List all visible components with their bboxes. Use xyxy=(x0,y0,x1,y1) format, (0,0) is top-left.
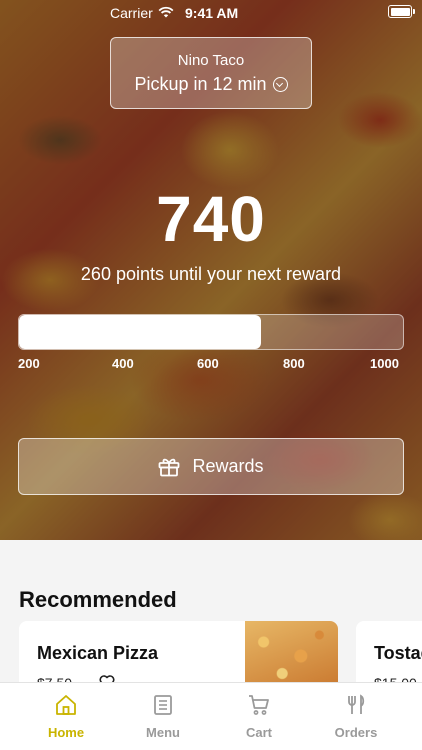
location-selector[interactable]: Nino Taco Pickup in 12 min xyxy=(110,37,312,109)
tab-home[interactable]: Home xyxy=(16,683,116,750)
points-progress-fill xyxy=(19,315,261,349)
tick-label: 800 xyxy=(283,356,305,371)
tick-label: 600 xyxy=(197,356,219,371)
rewards-button-label: Rewards xyxy=(192,456,264,476)
status-bar: Carrier 9:41 AM xyxy=(0,0,422,26)
menu-icon xyxy=(154,695,172,715)
item-image xyxy=(245,621,338,691)
chevron-down-icon xyxy=(272,77,288,92)
recommended-title: Recommended xyxy=(19,587,177,612)
wifi-icon xyxy=(158,6,174,18)
tab-cart[interactable]: Cart xyxy=(209,683,309,750)
tab-orders[interactable]: Orders xyxy=(306,683,406,750)
points-value: 740 xyxy=(156,183,266,255)
progress-ticks: 200 400 600 800 1000 xyxy=(0,356,422,374)
clock-label: 9:41 AM xyxy=(185,5,239,21)
tick-label: 1000 xyxy=(370,356,399,371)
pickup-time-row: Pickup in 12 min xyxy=(111,74,311,95)
rewards-button[interactable]: Rewards xyxy=(18,438,404,495)
tab-menu[interactable]: Menu xyxy=(113,683,213,750)
points-caption: 260 points until your next reward xyxy=(80,264,342,284)
tab-label: Home xyxy=(47,725,85,740)
recommended-item-card[interactable]: Mexican Pizza $7.50 xyxy=(19,621,338,691)
recommended-item-card[interactable]: Tostada $15.00 xyxy=(356,621,422,691)
fork-knife-icon xyxy=(348,694,365,714)
gift-icon xyxy=(159,458,180,476)
cart-icon xyxy=(249,695,269,715)
home-icon xyxy=(56,695,76,715)
item-name: Tostada xyxy=(374,643,422,663)
item-name: Mexican Pizza xyxy=(37,643,159,663)
tick-label: 400 xyxy=(112,356,134,371)
tab-label: Menu xyxy=(146,725,180,740)
tab-label: Cart xyxy=(245,725,272,740)
carrier-label: Carrier xyxy=(110,5,153,21)
points-progress-bar xyxy=(18,314,404,350)
tick-label: 200 xyxy=(18,356,40,371)
tab-label: Orders xyxy=(334,725,378,740)
hero-background: Carrier 9:41 AM Nino Taco Pickup in 12 m… xyxy=(0,0,422,540)
location-name: Nino Taco xyxy=(177,52,245,69)
tab-bar: Home Menu Cart Orders xyxy=(0,682,422,750)
pickup-time-label: Pickup in 12 min xyxy=(134,74,267,94)
battery-icon xyxy=(388,5,415,18)
